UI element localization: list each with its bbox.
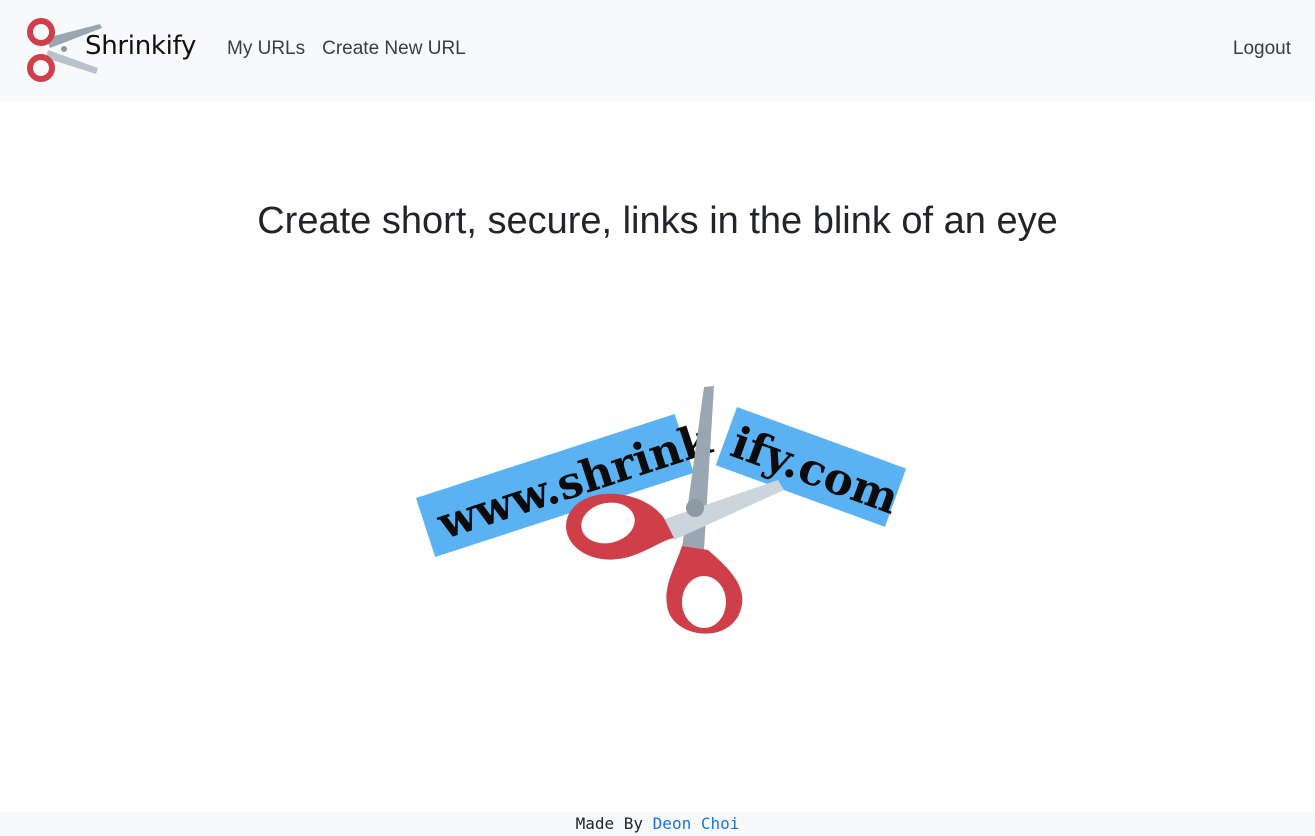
scissors-cutting-url-illustration: www.shrink ify.com <box>416 386 907 634</box>
nav-create-new-url[interactable]: Create New URL <box>322 38 466 60</box>
right-url-tag: ify.com <box>715 407 907 527</box>
hero-illustration: www.shrink ify.com <box>412 380 907 648</box>
logout-link[interactable]: Logout <box>1233 38 1291 60</box>
nav-links: My URLs Create New URL <box>227 38 466 60</box>
top-navbar: Shrinkify My URLs Create New URL Logout <box>0 0 1315 101</box>
footer-author-link[interactable]: Deon Choi <box>653 814 740 833</box>
brand-name: Shrinkify <box>85 31 197 61</box>
right-tag-text: ify.com <box>724 417 905 524</box>
footer-made-by-text: Made By <box>575 814 653 833</box>
nav-my-urls[interactable]: My URLs <box>227 38 305 60</box>
page-footer: Made By Deon Choi <box>0 812 1315 836</box>
page-headline: Create short, secure, links in the blink… <box>257 200 1058 242</box>
brand-link[interactable]: Shrinkify <box>26 14 196 86</box>
